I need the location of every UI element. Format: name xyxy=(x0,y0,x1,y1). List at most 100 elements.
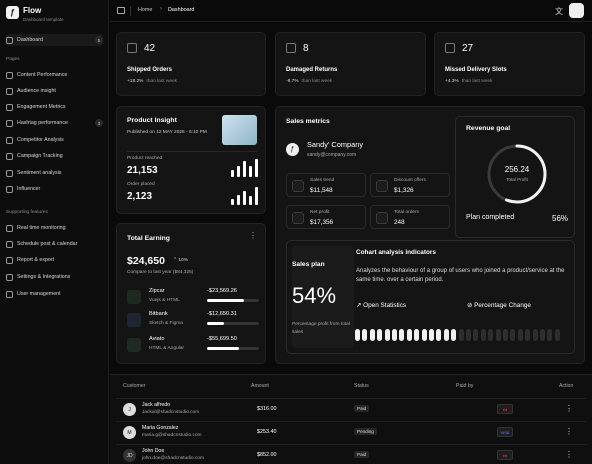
avatar[interactable] xyxy=(569,3,584,18)
sidebar-item-label: Sentiment analysis xyxy=(17,170,62,176)
customer-email: Jackal@shadcnstudio.com xyxy=(142,410,200,415)
sidebar-item-sentiment-analysis[interactable]: Sentiment analysis xyxy=(6,167,103,179)
language-icon[interactable]: 文 xyxy=(555,6,563,17)
mini-bar xyxy=(237,166,240,177)
sidebar-item-content-performance[interactable]: Content Performance xyxy=(6,69,103,81)
sidebar: ƒ Flow Dashboard template Dashboard 5 Pa… xyxy=(0,0,109,464)
card-title: Product Insight xyxy=(127,117,177,124)
metric-label: Net profit xyxy=(310,210,330,215)
smile-icon xyxy=(6,169,13,177)
open-statistics-link[interactable]: ↗ Open Statistics xyxy=(356,301,406,309)
sidebar-item-influencer[interactable]: Influencer xyxy=(6,183,103,195)
sales-plan-title: Sales plan xyxy=(292,261,325,268)
customer-name: Maria Gonzalez xyxy=(142,425,179,431)
sidebar-item-engagement-metrics[interactable]: Engagement Metrics xyxy=(6,101,103,113)
plan-completed-label: Plan completed xyxy=(466,214,515,221)
list-item: Zipcar Vuejs & HTML -$23,569.26 xyxy=(127,288,259,310)
company-logo-icon: ƒ xyxy=(286,143,299,156)
divider xyxy=(127,151,257,152)
mastercard-logo: ●● xyxy=(502,406,508,412)
progress-segment xyxy=(369,329,375,341)
earning-amount: $24,650 xyxy=(127,255,165,267)
stat-card-missed: 27 Missed Delivery Slots +4.3% than last … xyxy=(434,32,585,96)
sidebar-item-settings[interactable]: Settings & Integrations xyxy=(6,271,103,283)
mastercard-logo: ●● xyxy=(502,452,508,458)
sidebar-item-hashtag-performance[interactable]: Hashtag performance 3 xyxy=(6,117,103,129)
item-name: Zipcar xyxy=(149,288,165,294)
item-amount: -$23,569.26 xyxy=(207,288,237,294)
percentage-change-link[interactable]: ⊘ Percentage Change xyxy=(467,301,531,309)
stat-delta: +4.3% than last week xyxy=(445,79,492,84)
settings-icon xyxy=(6,273,13,281)
more-vertical-icon[interactable]: ⋮ xyxy=(565,404,573,413)
cohort-description: Analyzes the behaviour of a group of use… xyxy=(356,268,565,284)
sales-plan-caption: Percentage profit from total sales xyxy=(292,322,350,335)
metric-label: Discount offers xyxy=(394,178,426,183)
table-row: JD John Doe john.doe@shadcnstudio.com $8… xyxy=(116,444,586,464)
placed-mini-chart xyxy=(231,187,259,205)
breadcrumb-home[interactable]: Home xyxy=(138,7,152,13)
sidebar-item-user-management[interactable]: User management xyxy=(6,288,103,300)
sidebar-item-real-time-monitoring[interactable]: Real time monitoring xyxy=(6,222,103,234)
mini-bar xyxy=(231,169,234,177)
row-amount: $316.00 xyxy=(257,406,277,412)
item-amount: -$55,699.50 xyxy=(207,336,237,342)
revenue-goal-ring xyxy=(487,144,547,204)
th-status: Status xyxy=(354,383,369,389)
metric-discount-offers: Discount offers $1,326 xyxy=(370,173,450,197)
progress-segment xyxy=(429,329,434,341)
mastercard-icon: ●● xyxy=(497,404,513,414)
progress-segment xyxy=(495,329,501,341)
aviato-logo-icon xyxy=(127,338,141,352)
sidebar-item-schedule-post[interactable]: Schedule post & calendar xyxy=(6,238,103,250)
progress-segment xyxy=(554,329,560,341)
card-title: Total Earning xyxy=(127,235,170,242)
zipcar-logo-icon xyxy=(127,290,141,304)
mini-bar xyxy=(243,190,246,205)
chart-bar-icon xyxy=(6,103,13,111)
stat-title: Damaged Returns xyxy=(286,67,338,73)
sidebar-toggle-icon[interactable] xyxy=(117,7,125,14)
sidebar-item-report-export[interactable]: Report & export xyxy=(6,254,103,266)
sidebar-item-campaign-tracking[interactable]: Campaign Tracking xyxy=(6,150,103,162)
more-vertical-icon[interactable]: ⋮ xyxy=(565,427,573,436)
revenue-goal-panel: Revenue goal 256.24 Total Profit Plan co… xyxy=(455,116,575,238)
th-action: Action xyxy=(559,383,574,389)
stat-note: than last week xyxy=(461,79,493,84)
metric-value: $11,548 xyxy=(310,187,333,194)
item-amount: -$12,650.31 xyxy=(207,311,237,317)
progress-segment xyxy=(421,329,427,341)
sidebar-item-label: User management xyxy=(17,291,61,297)
open-statistics-label: Open Statistics xyxy=(363,302,407,309)
product-image xyxy=(222,115,257,145)
sidebar-item-label: Audience insight xyxy=(17,88,56,94)
customer-email: john.doe@shadcnstudio.com xyxy=(142,456,204,461)
sidebar-item-dashboard[interactable]: Dashboard 5 xyxy=(6,34,103,46)
trend-icon xyxy=(292,180,304,192)
more-vertical-icon[interactable]: ⋮ xyxy=(249,231,257,240)
sidebar-item-label: Real time monitoring xyxy=(17,225,66,231)
monitor-icon xyxy=(6,224,13,232)
row-amount: $852.00 xyxy=(257,452,277,458)
stat-card-damaged: 8 Damaged Returns -8.7% than last week xyxy=(275,32,426,96)
progress-segment xyxy=(377,329,383,341)
brand-subtitle: Dashboard template xyxy=(23,17,64,22)
visa-icon: VISA xyxy=(497,427,513,437)
mini-bar xyxy=(231,198,234,205)
calendar-icon xyxy=(6,240,13,248)
sidebar-item-label: Engagement Metrics xyxy=(17,104,66,110)
metric-value: $1,326 xyxy=(394,187,414,194)
stat-delta-value: +18.2% xyxy=(127,79,144,84)
customer-email: maria.g@shadcnstudio.com xyxy=(142,433,202,438)
card-title: Sales metrics xyxy=(286,118,330,125)
status-badge: Paid xyxy=(354,405,370,412)
sidebar-item-competitor-analysis[interactable]: Competitor Analysis xyxy=(6,134,103,146)
discount-icon xyxy=(376,180,388,192)
progress-segment xyxy=(414,329,420,341)
placed-value: 2,123 xyxy=(127,191,153,202)
sales-metrics-card: Sales metrics ƒ Sandy' Company sandy@com… xyxy=(275,106,585,364)
sidebar-item-audience-insight[interactable]: Audience insight xyxy=(6,85,103,97)
item-sub: HTML & Angular xyxy=(149,346,185,351)
sidebar-item-label: Hashtag performance xyxy=(17,120,68,126)
more-vertical-icon[interactable]: ⋮ xyxy=(565,450,573,459)
